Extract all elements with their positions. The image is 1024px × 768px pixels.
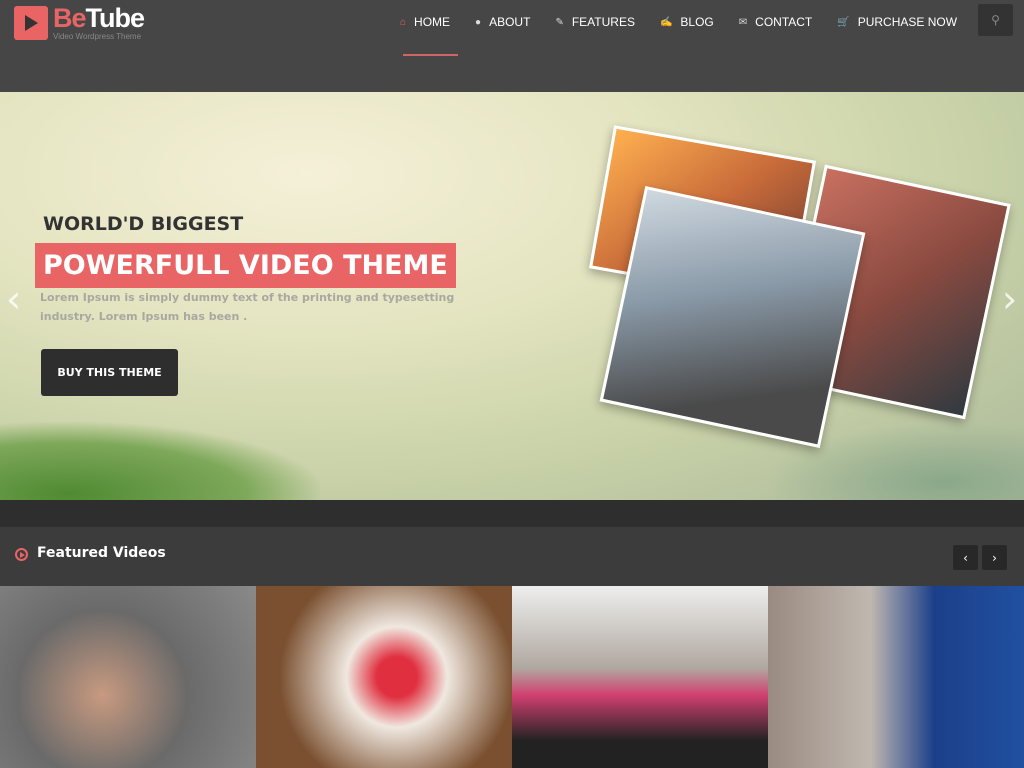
logo[interactable]: BeTube Video Wordpress Theme [14, 3, 145, 41]
nav-label: PURCHASE NOW [857, 15, 958, 29]
hero-description: Lorem Ipsum is simply dummy text of the … [40, 291, 455, 323]
hero-kicker: WORLD'D BIGGEST [43, 213, 244, 235]
video-thumbnail[interactable] [768, 586, 1024, 768]
nav-about[interactable]: ● ABOUT [475, 14, 530, 30]
search-icon: ⚲ [991, 13, 1000, 27]
logo-tagline: Video Wordpress Theme [53, 32, 142, 41]
nav-label: CONTACT [755, 15, 813, 29]
hero-video-card-image [599, 186, 866, 448]
nav-features[interactable]: ✎ FEATURES [555, 14, 635, 30]
divider-bar [0, 500, 1024, 527]
featured-next-button[interactable]: › [982, 545, 1007, 570]
video-thumbnail[interactable] [0, 586, 256, 768]
buy-theme-button[interactable]: BUY THIS THEME [41, 349, 178, 396]
home-icon: ⌂ [400, 16, 407, 28]
hero-slider: WORLD'D BIGGEST POWERFULL VIDEO THEME Lo… [0, 92, 1024, 500]
play-circle-icon [15, 548, 28, 561]
nav-label: FEATURES [571, 15, 635, 29]
featured-videos-list [0, 586, 1024, 768]
nav-label: HOME [414, 15, 451, 29]
nav-label: BLOG [680, 15, 714, 29]
magic-wand-icon: ✎ [555, 16, 564, 28]
slider-next-arrow[interactable]: › [1002, 277, 1017, 321]
featured-videos-title: Featured Videos [37, 545, 166, 561]
envelope-icon: ✉ [738, 16, 748, 28]
featured-prev-button[interactable]: ‹ [953, 545, 978, 570]
header: BeTube Video Wordpress Theme ⌂ HOME ● ABOU… [0, 0, 1024, 92]
featured-videos-header: Featured Videos ‹ › [0, 527, 1024, 586]
play-icon [14, 6, 48, 40]
nav-label: ABOUT [489, 15, 531, 29]
slider-prev-arrow[interactable]: ‹ [6, 277, 21, 321]
video-thumbnail[interactable] [512, 586, 768, 768]
edit-icon: ✍ [659, 16, 673, 28]
search-button[interactable]: ⚲ [978, 4, 1013, 36]
nav-home[interactable]: ⌂ HOME [400, 14, 450, 30]
nav-contact[interactable]: ✉ CONTACT [739, 14, 813, 30]
active-nav-indicator [403, 54, 458, 56]
logo-text-be: Be [53, 3, 87, 33]
hero-headline: POWERFULL VIDEO THEME [35, 243, 456, 288]
cart-icon: 🛒 [837, 16, 850, 28]
video-thumbnail[interactable] [256, 586, 512, 768]
user-icon: ● [475, 16, 482, 28]
main-nav: ⌂ HOME ● ABOUT ✎ FEATURES ✍ BLOG ✉ CONTACT 🛒 P… [400, 14, 982, 30]
logo-text-tube: Tube [85, 3, 145, 33]
nav-purchase-now[interactable]: 🛒 PURCHASE NOW [837, 14, 957, 30]
nav-blog[interactable]: ✍ BLOG [660, 14, 714, 30]
hero-background-foliage [0, 422, 320, 500]
